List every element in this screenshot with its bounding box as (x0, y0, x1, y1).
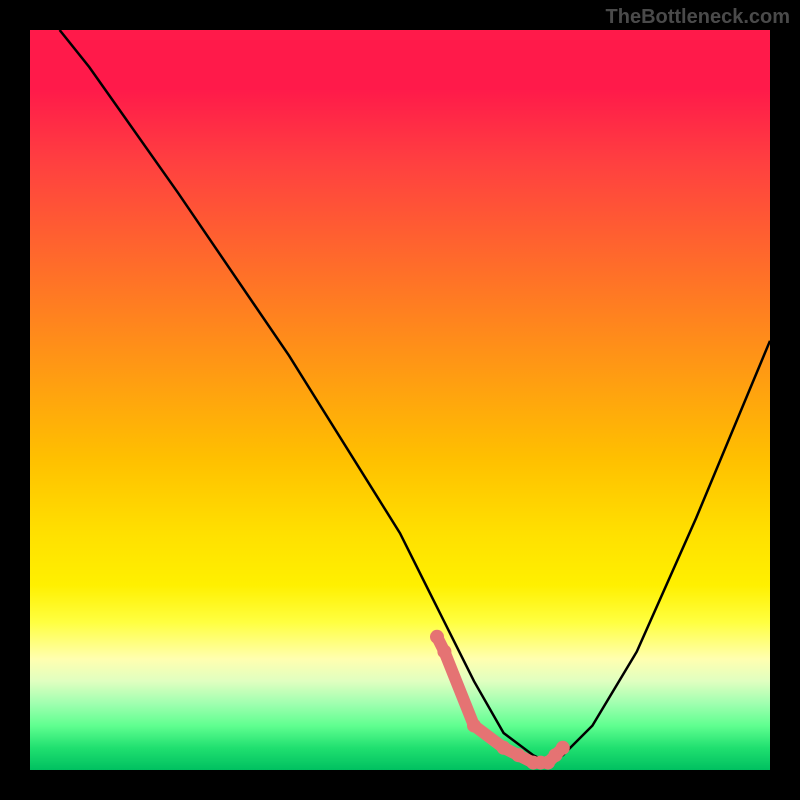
highlight-dot (556, 741, 570, 755)
highlight-dot (467, 719, 481, 733)
chart-svg (30, 30, 770, 770)
highlight-dot (497, 741, 511, 755)
bottleneck-curve (60, 30, 770, 763)
highlight-dot (437, 645, 451, 659)
optimal-range-markers (430, 630, 570, 770)
highlight-dot (430, 630, 444, 644)
highlight-dot (511, 748, 525, 762)
watermark-text: TheBottleneck.com (606, 6, 790, 29)
plot-area (30, 30, 770, 770)
